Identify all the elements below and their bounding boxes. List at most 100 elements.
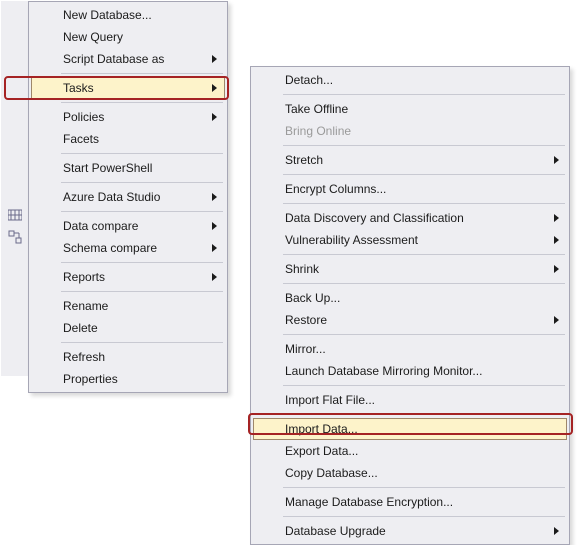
menu-item-label: Facets	[63, 132, 99, 146]
menu-item-label: Take Offline	[285, 102, 348, 116]
menu-item-label: Schema compare	[63, 241, 157, 255]
menu-item-schema-compare[interactable]: Schema compare	[31, 237, 225, 259]
menu-item-rename[interactable]: Rename	[31, 295, 225, 317]
menu-item-start-powershell[interactable]: Start PowerShell	[31, 157, 225, 179]
menu-item-label: Export Data...	[285, 444, 358, 458]
menu-item-manage-encryption[interactable]: Manage Database Encryption...	[253, 491, 567, 513]
submenu-arrow-icon	[554, 265, 559, 273]
menu-item-label: Data Discovery and Classification	[285, 211, 464, 225]
menu-separator	[283, 385, 565, 386]
submenu-arrow-icon	[212, 244, 217, 252]
submenu-arrow-icon	[212, 222, 217, 230]
menu-item-label: Restore	[285, 313, 327, 327]
menu-item-import-flat-file[interactable]: Import Flat File...	[253, 389, 567, 411]
menu-item-label: Shrink	[285, 262, 319, 276]
menu-item-copy-database[interactable]: Copy Database...	[253, 462, 567, 484]
menu-item-label: Vulnerability Assessment	[285, 233, 418, 247]
menu-item-properties[interactable]: Properties	[31, 368, 225, 390]
menu-separator	[283, 283, 565, 284]
menu-item-new-database[interactable]: New Database...	[31, 4, 225, 26]
menu-item-label: Refresh	[63, 350, 105, 364]
menu-item-reports[interactable]: Reports	[31, 266, 225, 288]
menu-item-label: Encrypt Columns...	[285, 182, 386, 196]
menu-separator	[61, 73, 223, 74]
menu-separator	[283, 254, 565, 255]
menu-item-label: Azure Data Studio	[63, 190, 160, 204]
menu-item-launch-mirroring-monitor[interactable]: Launch Database Mirroring Monitor...	[253, 360, 567, 382]
menu-item-new-query[interactable]: New Query	[31, 26, 225, 48]
menu-separator	[61, 211, 223, 212]
menu-item-restore[interactable]: Restore	[253, 309, 567, 331]
menu-item-label: Mirror...	[285, 342, 326, 356]
menu-separator	[61, 342, 223, 343]
submenu-arrow-icon	[212, 193, 217, 201]
menu-item-label: Script Database as	[63, 52, 164, 66]
menu-item-label: Tasks	[63, 81, 94, 95]
menu-item-back-up[interactable]: Back Up...	[253, 287, 567, 309]
menu-item-label: Database Upgrade	[285, 524, 386, 538]
menu-separator	[61, 153, 223, 154]
menu-item-facets[interactable]: Facets	[31, 128, 225, 150]
menu-item-data-compare[interactable]: Data compare	[31, 215, 225, 237]
menu-item-label: Launch Database Mirroring Monitor...	[285, 364, 482, 378]
menu-item-label: Rename	[63, 299, 108, 313]
menu-separator	[283, 94, 565, 95]
menu-item-label: New Query	[63, 30, 123, 44]
submenu-arrow-icon	[212, 113, 217, 121]
menu-separator	[61, 291, 223, 292]
menu-item-tasks[interactable]: Tasks	[31, 77, 225, 99]
menu-separator	[61, 262, 223, 263]
data-compare-icon	[8, 208, 22, 222]
context-menu-tasks-submenu: Detach... Take Offline Bring Online Stre…	[250, 66, 570, 545]
menu-separator	[283, 203, 565, 204]
menu-item-mirror[interactable]: Mirror...	[253, 338, 567, 360]
menu-item-export-data[interactable]: Export Data...	[253, 440, 567, 462]
menu-item-detach[interactable]: Detach...	[253, 69, 567, 91]
menu-separator	[61, 182, 223, 183]
menu-item-import-data[interactable]: Import Data...	[253, 418, 567, 440]
menu-separator	[61, 102, 223, 103]
menu-separator	[283, 174, 565, 175]
submenu-arrow-icon	[212, 55, 217, 63]
submenu-arrow-icon	[554, 214, 559, 222]
context-menu-primary: New Database... New Query Script Databas…	[28, 1, 228, 393]
menu-separator	[283, 516, 565, 517]
menu-separator	[283, 334, 565, 335]
menu-item-script-database-as[interactable]: Script Database as	[31, 48, 225, 70]
submenu-arrow-icon	[212, 273, 217, 281]
menu-item-label: Bring Online	[285, 124, 351, 138]
menu-item-label: Start PowerShell	[63, 161, 152, 175]
menu-item-label: New Database...	[63, 8, 152, 22]
submenu-arrow-icon	[554, 236, 559, 244]
menu-item-encrypt-columns[interactable]: Encrypt Columns...	[253, 178, 567, 200]
menu-separator	[283, 414, 565, 415]
menu-item-policies[interactable]: Policies	[31, 106, 225, 128]
menu-item-take-offline[interactable]: Take Offline	[253, 98, 567, 120]
menu-item-label: Import Data...	[285, 422, 358, 436]
submenu-arrow-icon	[554, 156, 559, 164]
menu-item-label: Delete	[63, 321, 98, 335]
menu-item-vulnerability-assessment[interactable]: Vulnerability Assessment	[253, 229, 567, 251]
menu-item-label: Stretch	[285, 153, 323, 167]
menu-separator	[283, 145, 565, 146]
menu-item-data-discovery[interactable]: Data Discovery and Classification	[253, 207, 567, 229]
menu-item-bring-online: Bring Online	[253, 120, 567, 142]
menu-item-label: Properties	[63, 372, 118, 386]
menu-item-label: Back Up...	[285, 291, 340, 305]
icon-strip	[1, 1, 28, 376]
menu-item-azure-data-studio[interactable]: Azure Data Studio	[31, 186, 225, 208]
menu-item-label: Import Flat File...	[285, 393, 375, 407]
submenu-arrow-icon	[212, 84, 217, 92]
menu-item-label: Policies	[63, 110, 104, 124]
menu-item-label: Data compare	[63, 219, 138, 233]
schema-compare-icon	[8, 230, 22, 244]
menu-item-shrink[interactable]: Shrink	[253, 258, 567, 280]
menu-separator	[283, 487, 565, 488]
menu-item-stretch[interactable]: Stretch	[253, 149, 567, 171]
menu-item-database-upgrade[interactable]: Database Upgrade	[253, 520, 567, 542]
submenu-arrow-icon	[554, 316, 559, 324]
menu-item-label: Copy Database...	[285, 466, 378, 480]
menu-item-label: Reports	[63, 270, 105, 284]
menu-item-refresh[interactable]: Refresh	[31, 346, 225, 368]
menu-item-delete[interactable]: Delete	[31, 317, 225, 339]
